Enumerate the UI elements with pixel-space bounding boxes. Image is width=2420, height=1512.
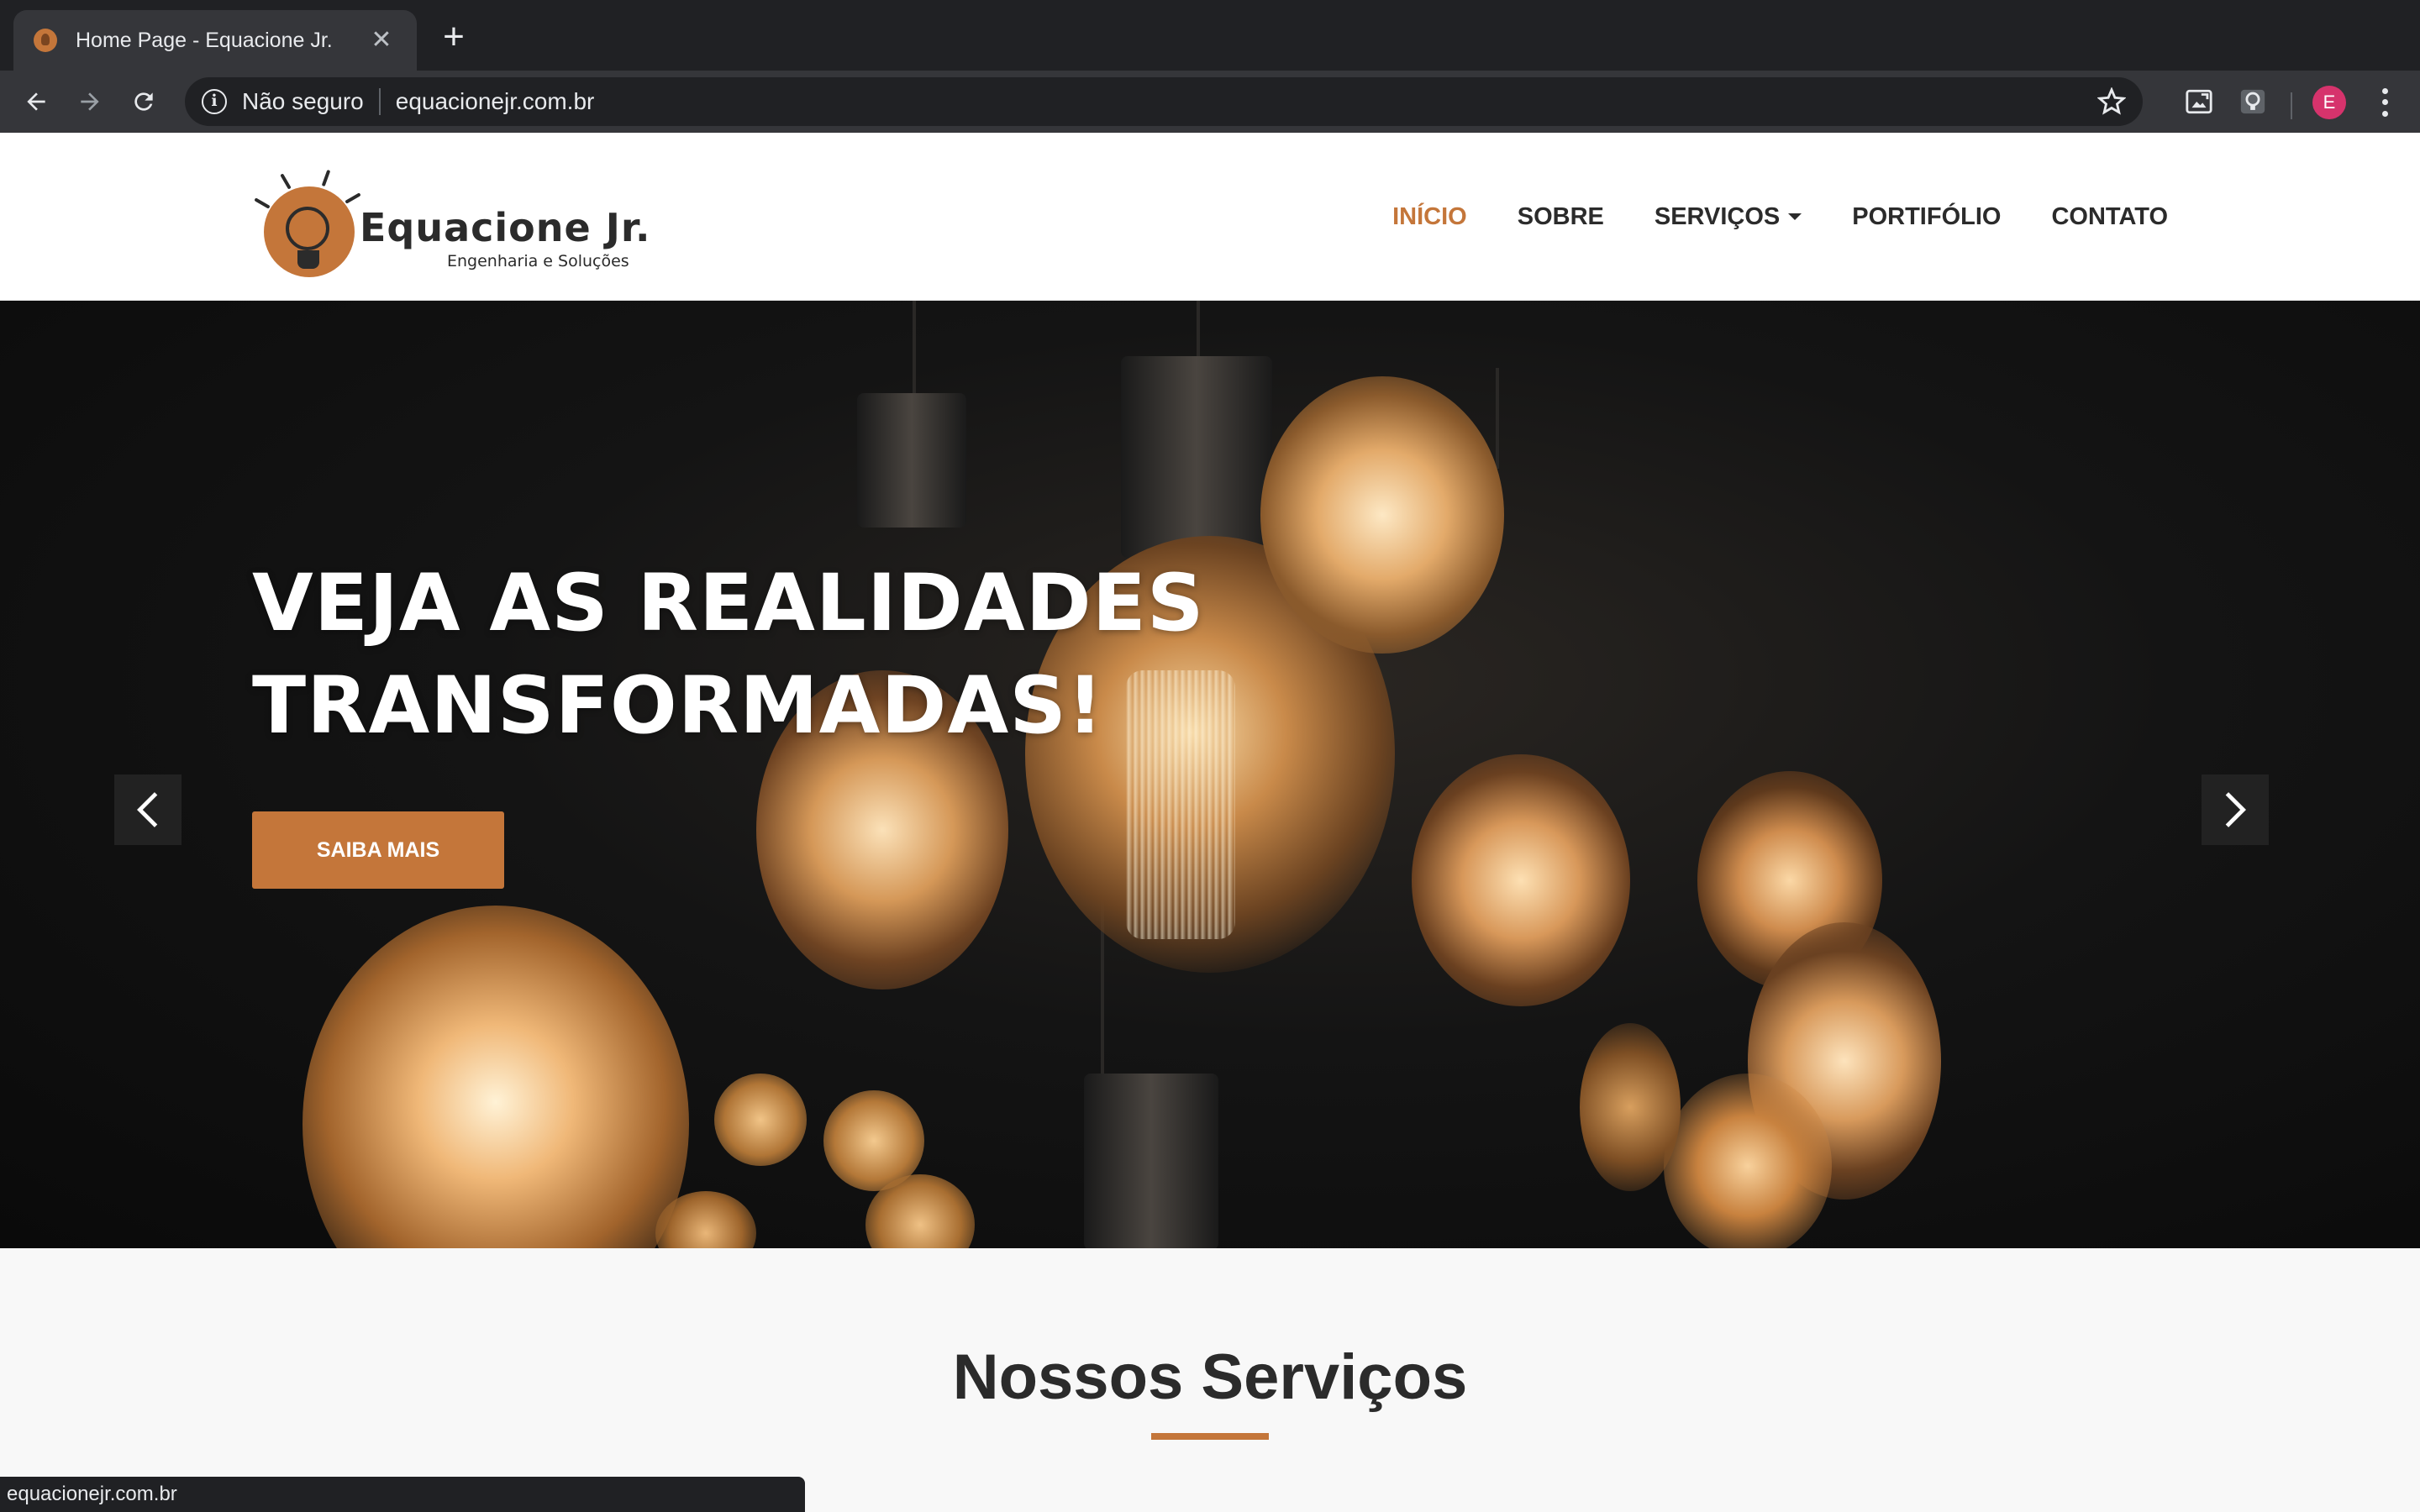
title-underline [1151, 1433, 1269, 1440]
hero-title-line2: TRANSFORMADAS! [252, 660, 1104, 752]
nav-item-inicio[interactable]: INÍCIO [1392, 203, 1467, 231]
tab-close-icon[interactable]: ✕ [366, 25, 397, 55]
nav-label: SOBRE [1517, 202, 1604, 230]
saiba-mais-button[interactable]: SAIBA MAIS [252, 811, 504, 889]
back-button[interactable] [15, 81, 57, 123]
omnibox-separator [378, 88, 381, 115]
url-text[interactable]: equacionejr.com.br [396, 88, 595, 115]
reload-button[interactable] [123, 81, 165, 123]
nav-label: PORTIFÓLIO [1852, 202, 2002, 230]
nav-label: CONTATO [2051, 202, 2168, 230]
site-favicon-icon [34, 29, 57, 52]
arrow-right-icon [81, 92, 99, 111]
nav-label: INÍCIO [1392, 202, 1467, 230]
logo-tagline: Engenharia e Soluções [447, 252, 629, 270]
nav-label: SERVIÇOS [1654, 202, 1781, 230]
chevron-left-icon [137, 792, 158, 827]
carousel-next-button[interactable] [2202, 774, 2269, 845]
browser-tab[interactable]: Home Page - Equacione Jr. ✕ [13, 10, 417, 71]
bookmark-star-icon[interactable] [2097, 87, 2126, 116]
tab-title: Home Page - Equacione Jr. [76, 28, 333, 52]
hero-title-line1: VEJA AS REALIDADES [252, 558, 1205, 649]
caret-down-icon [1788, 213, 1802, 220]
info-icon[interactable]: i [202, 89, 227, 114]
browser-tab-strip: Home Page - Equacione Jr. ✕ + [0, 0, 2420, 71]
browser-menu-icon[interactable] [2370, 86, 2400, 119]
profile-avatar[interactable]: E [2312, 86, 2346, 119]
browser-toolbar: i Não seguro equacionejr.com.br E [0, 71, 2420, 133]
hero-title: VEJA AS REALIDADES TRANSFORMADAS! [252, 553, 1512, 758]
address-bar[interactable]: i Não seguro equacionejr.com.br [185, 77, 2143, 126]
site-logo[interactable]: Equacione Jr. Engenharia e Soluções [254, 158, 650, 277]
chevron-right-icon [2225, 792, 2246, 827]
logo-name: Equacione Jr. [360, 205, 651, 250]
extension-lightbulb-icon[interactable] [2238, 87, 2267, 116]
toolbar-separator [2291, 92, 2292, 119]
hero-carousel: VEJA AS REALIDADES TRANSFORMADAS! SAIBA … [0, 301, 2420, 1248]
forward-button[interactable] [69, 81, 111, 123]
reload-icon [134, 92, 153, 111]
security-label: Não seguro [242, 88, 364, 114]
nav-item-portifolio[interactable]: PORTIFÓLIO [1852, 203, 2001, 231]
nav-item-servicos[interactable]: SERVIÇOS [1655, 203, 1802, 231]
link-status-bar: equacionejr.com.br [0, 1477, 805, 1512]
nav-item-sobre[interactable]: SOBRE [1518, 203, 1604, 231]
arrow-left-icon [27, 92, 45, 111]
carousel-prev-button[interactable] [114, 774, 182, 845]
site-header: Equacione Jr. Engenharia e Soluções INÍC… [0, 133, 2420, 301]
nav-item-contato[interactable]: CONTATO [2051, 203, 2168, 231]
new-tab-button[interactable]: + [435, 18, 472, 57]
services-title: Nossos Serviços [952, 1341, 1468, 1413]
main-navigation: INÍCIO SOBRE SERVIÇOS PORTIFÓLIO CONTATO [1392, 133, 2168, 301]
extension-screenshot-icon[interactable] [2185, 87, 2213, 116]
